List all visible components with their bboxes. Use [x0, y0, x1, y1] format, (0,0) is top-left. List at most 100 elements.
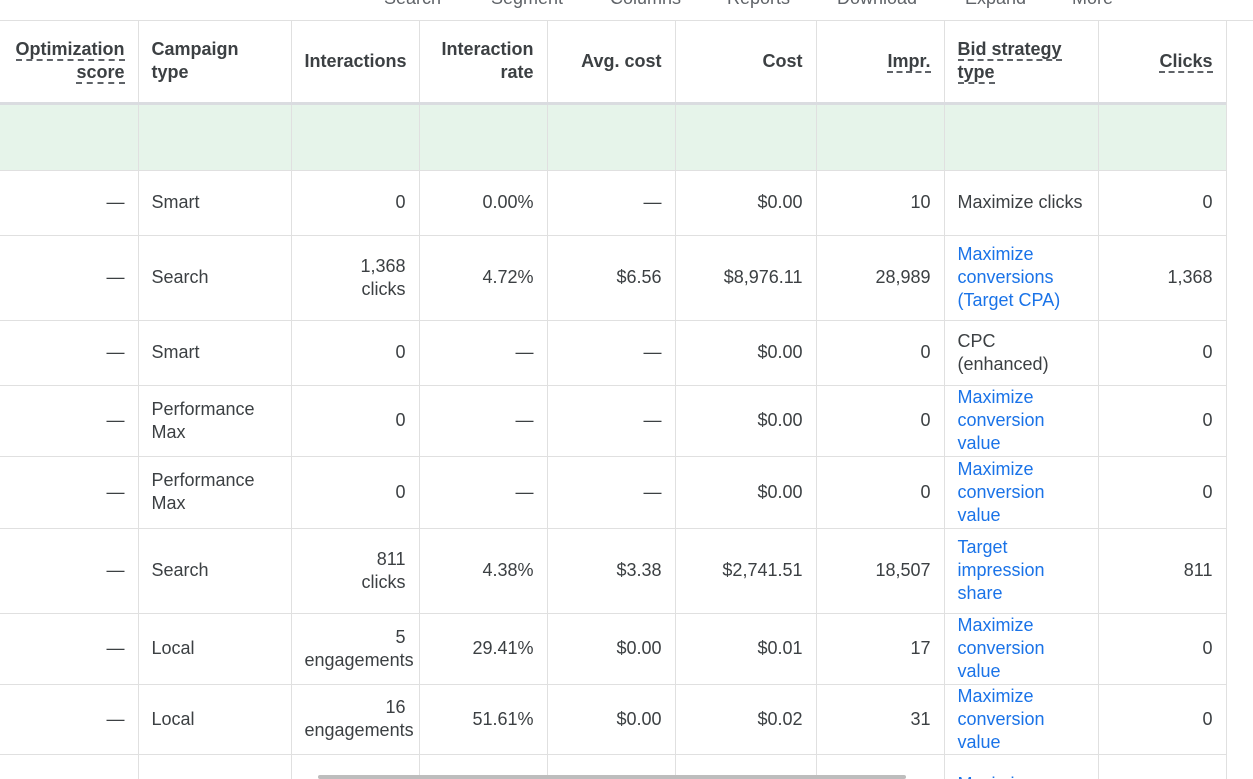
cell-avg-cost-text: $0.00 — [616, 708, 662, 729]
cell-impr: 17 — [816, 613, 945, 685]
cell-interactions: 0 — [291, 456, 420, 529]
cell-bid-strategy-type-text[interactable]: Maximize — [958, 244, 1034, 264]
toolbar-reports[interactable]: Reports — [727, 0, 790, 9]
cell-bid-strategy-type-text[interactable]: Target — [958, 537, 1008, 557]
cell-bid-strategy-type-text[interactable]: impression — [958, 560, 1045, 580]
cell-cost: $8,976.11 — [675, 235, 817, 321]
cell-optimization-score — [0, 754, 139, 779]
cell-interactions-text: 1,368 — [360, 255, 406, 276]
cell-interaction-rate: — — [419, 456, 548, 529]
toolbar-expand[interactable]: Expand — [965, 0, 1026, 9]
cell-interactions-text: 811 — [376, 548, 406, 569]
cell-bid-strategy-type[interactable]: Maximize conversion value — [944, 385, 1099, 457]
cell-interactions-text: 0 — [395, 481, 406, 502]
cell-bid-strategy-type-text[interactable]: value — [958, 661, 1001, 681]
table-header-row: Optimization score Campaign type Interac… — [0, 21, 1227, 105]
cell-bid-strategy-type[interactable]: Target impression share — [944, 528, 1099, 614]
cell-campaign-type-text: Performance Max — [151, 470, 255, 513]
header-label: Avg. cost — [581, 50, 662, 71]
header-avg-cost[interactable]: Avg. cost — [547, 21, 676, 105]
table-row[interactable]: — Search 811 clicks 4.38% $3.38 $2,741.51 18,50… — [0, 528, 1227, 614]
cell-clicks — [1098, 754, 1227, 779]
cell-bid-strategy-type: CPC (enhanced) — [944, 320, 1099, 386]
cell-bid-strategy-type-text[interactable]: Maximize — [958, 387, 1034, 407]
header-impr[interactable]: Impr. — [816, 21, 945, 105]
cell-campaign-type: Search — [138, 528, 292, 614]
cell-campaign-type — [138, 754, 292, 779]
cell-bid-strategy-type[interactable]: Maximize conversion value — [944, 684, 1099, 755]
cell-bid-strategy-type-text[interactable]: value — [958, 433, 1001, 453]
table-row[interactable]: — Local 5 engagements 29.41% $0.00 $0.01 17 Maxi… — [0, 613, 1227, 685]
cell-bid-strategy-type-text[interactable]: conversions — [958, 267, 1054, 287]
cell-bid-strategy-type-text[interactable]: (Target CPA) — [958, 290, 1061, 310]
cell-bid-strategy-type[interactable]: Maximize conversion value — [944, 613, 1099, 685]
cell-interactions-text: 0 — [395, 192, 406, 212]
header-clicks[interactable]: Clicks — [1098, 21, 1227, 105]
cell-optimization-score: — — [0, 456, 139, 529]
cell-bid-strategy-type[interactable]: Maximize conversion value — [944, 456, 1099, 529]
cell-bid-strategy-type-text[interactable]: value — [958, 732, 1001, 752]
cell-interaction-rate: 4.38% — [419, 528, 548, 614]
cell-bid-strategy-type[interactable]: Maximize conversions (Target CPA) — [944, 235, 1099, 321]
cell-optimization-score: — — [0, 320, 139, 386]
toolbar-search[interactable]: Search — [384, 0, 441, 9]
cell-interactions-text: clicks — [361, 278, 406, 299]
cell-campaign-type-text: Smart — [151, 192, 200, 212]
cell-bid-strategy-type-text[interactable]: share — [958, 583, 1003, 603]
table-row[interactable]: — Smart 0 0.00% — $0.00 10 Maximize clicks 0 — [0, 170, 1227, 236]
cell-interactions: 1,368 clicks — [291, 235, 420, 321]
header-interaction-rate[interactable]: Interaction rate — [419, 21, 548, 105]
cell-cost-text: $0.00 — [757, 410, 803, 430]
cell-campaign-type: Local — [138, 613, 292, 685]
cell-bid-strategy-type-text[interactable]: Maximize — [958, 615, 1034, 635]
header-cost[interactable]: Cost — [675, 21, 817, 105]
cell-optimization-score-text: — — [106, 267, 125, 287]
total-cell — [419, 103, 548, 171]
cell-clicks-text: 0 — [1202, 342, 1213, 362]
table-row[interactable]: — Performance Max 0 — — $0.00 0 Maximize convers… — [0, 385, 1227, 457]
header-label: Interactions — [304, 50, 407, 71]
cell-bid-strategy-type-text[interactable]: Maximize — [958, 774, 1034, 779]
header-bid-strategy-type[interactable]: Bid strategy type — [944, 21, 1099, 105]
cell-interactions: 0 — [291, 170, 420, 236]
cell-bid-strategy-type-text[interactable]: Maximize — [958, 686, 1034, 706]
cell-optimization-score-text: — — [106, 638, 125, 658]
cell-avg-cost: — — [547, 456, 676, 529]
toolbar-segment[interactable]: Segment — [491, 0, 563, 9]
cell-bid-strategy-type-text: Maximize clicks — [957, 192, 1083, 212]
toolbar-columns[interactable]: Columns — [610, 0, 681, 9]
cell-impr: 0 — [816, 385, 945, 457]
table-row[interactable]: — Smart 0 — — $0.00 0 CPC (enhanced) 0 — [0, 320, 1227, 386]
horizontal-scrollbar[interactable] — [318, 775, 906, 779]
cell-clicks-text: 0 — [1202, 708, 1213, 729]
cell-bid-strategy-type[interactable]: Maximize — [944, 754, 1099, 779]
cell-clicks-text: 1,368 — [1167, 267, 1213, 287]
cell-bid-strategy-type-text[interactable]: conversion — [958, 410, 1045, 430]
cell-bid-strategy-type-text[interactable]: conversion — [958, 482, 1045, 502]
cell-interaction-rate: — — [419, 385, 548, 457]
table-row[interactable]: — Search 1,368 clicks 4.72% $6.56 $8,976.11 28,… — [0, 235, 1227, 321]
cell-optimization-score: — — [0, 235, 139, 321]
cell-bid-strategy-type-text[interactable]: conversion — [958, 709, 1045, 729]
header-interactions[interactable]: Interactions — [291, 21, 420, 105]
toolbar-more[interactable]: More — [1072, 0, 1113, 9]
cell-bid-strategy-type-text[interactable]: conversion — [958, 638, 1045, 658]
cell-interaction-rate-text: 0.00% — [482, 192, 534, 212]
cell-optimization-score: — — [0, 613, 139, 685]
header-label: Optimization — [15, 39, 125, 62]
cell-optimization-score: — — [0, 385, 139, 457]
cell-interaction-rate: 0.00% — [419, 170, 548, 236]
table-row[interactable]: — Performance Max 0 — — $0.00 0 Maximize convers… — [0, 456, 1227, 529]
cell-bid-strategy-type-text[interactable]: Maximize — [958, 459, 1034, 479]
header-optimization-score[interactable]: Optimization score — [0, 21, 139, 105]
cell-impr-text: 17 — [910, 638, 931, 658]
cell-optimization-score: — — [0, 170, 139, 236]
cell-avg-cost: $0.00 — [547, 613, 676, 685]
header-campaign-type[interactable]: Campaign type — [138, 21, 292, 105]
cell-bid-strategy-type-text[interactable]: value — [958, 505, 1001, 525]
table-row[interactable]: — Local 16 engagements 51.61% $0.00 $0.02 31 Max… — [0, 684, 1227, 755]
cell-cost: $0.00 — [675, 320, 817, 386]
header-label: type — [151, 62, 189, 83]
toolbar-download[interactable]: Download — [837, 0, 917, 9]
cell-interactions: 16 engagements — [291, 684, 420, 755]
